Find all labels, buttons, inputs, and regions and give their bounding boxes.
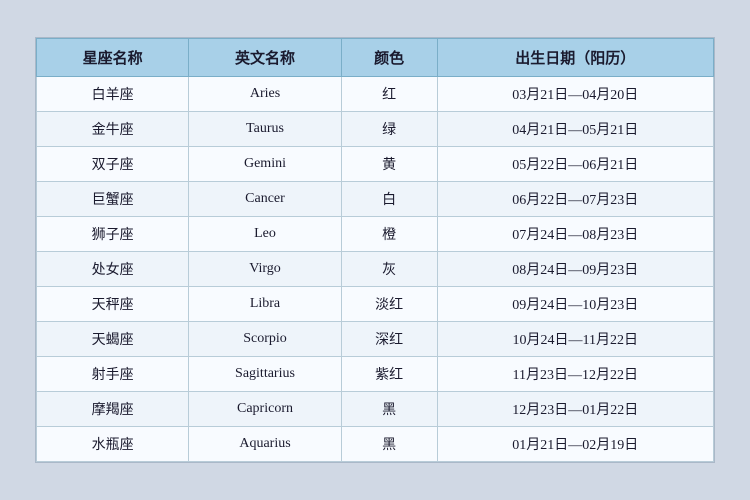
cell-color: 淡红 [341,287,437,322]
cell-chinese-name: 狮子座 [37,217,189,252]
cell-english-name: Leo [189,217,341,252]
zodiac-table: 星座名称 英文名称 颜色 出生日期（阳历） 白羊座Aries红03月21日—04… [36,38,714,462]
table-header-row: 星座名称 英文名称 颜色 出生日期（阳历） [37,39,714,77]
cell-color: 白 [341,182,437,217]
cell-chinese-name: 射手座 [37,357,189,392]
zodiac-table-container: 星座名称 英文名称 颜色 出生日期（阳历） 白羊座Aries红03月21日—04… [35,37,715,463]
cell-english-name: Virgo [189,252,341,287]
cell-english-name: Capricorn [189,392,341,427]
cell-color: 黑 [341,392,437,427]
table-body: 白羊座Aries红03月21日—04月20日金牛座Taurus绿04月21日—0… [37,77,714,462]
cell-english-name: Libra [189,287,341,322]
header-chinese-name: 星座名称 [37,39,189,77]
table-row: 天秤座Libra淡红09月24日—10月23日 [37,287,714,322]
cell-english-name: Sagittarius [189,357,341,392]
table-row: 射手座Sagittarius紫红11月23日—12月22日 [37,357,714,392]
cell-english-name: Aries [189,77,341,112]
header-dates: 出生日期（阳历） [437,39,713,77]
cell-color: 紫红 [341,357,437,392]
table-row: 双子座Gemini黄05月22日—06月21日 [37,147,714,182]
cell-color: 黑 [341,427,437,462]
cell-color: 黄 [341,147,437,182]
cell-dates: 04月21日—05月21日 [437,112,713,147]
cell-chinese-name: 双子座 [37,147,189,182]
cell-dates: 08月24日—09月23日 [437,252,713,287]
cell-english-name: Gemini [189,147,341,182]
cell-dates: 12月23日—01月22日 [437,392,713,427]
table-row: 狮子座Leo橙07月24日—08月23日 [37,217,714,252]
cell-chinese-name: 摩羯座 [37,392,189,427]
table-row: 巨蟹座Cancer白06月22日—07月23日 [37,182,714,217]
table-row: 处女座Virgo灰08月24日—09月23日 [37,252,714,287]
cell-dates: 05月22日—06月21日 [437,147,713,182]
cell-dates: 11月23日—12月22日 [437,357,713,392]
cell-chinese-name: 水瓶座 [37,427,189,462]
cell-chinese-name: 金牛座 [37,112,189,147]
table-row: 水瓶座Aquarius黑01月21日—02月19日 [37,427,714,462]
header-english-name: 英文名称 [189,39,341,77]
header-color: 颜色 [341,39,437,77]
table-row: 白羊座Aries红03月21日—04月20日 [37,77,714,112]
cell-chinese-name: 处女座 [37,252,189,287]
cell-dates: 09月24日—10月23日 [437,287,713,322]
cell-dates: 10月24日—11月22日 [437,322,713,357]
table-row: 金牛座Taurus绿04月21日—05月21日 [37,112,714,147]
cell-english-name: Aquarius [189,427,341,462]
table-row: 天蝎座Scorpio深红10月24日—11月22日 [37,322,714,357]
cell-english-name: Taurus [189,112,341,147]
cell-chinese-name: 白羊座 [37,77,189,112]
cell-color: 深红 [341,322,437,357]
cell-chinese-name: 天蝎座 [37,322,189,357]
cell-english-name: Cancer [189,182,341,217]
cell-color: 绿 [341,112,437,147]
cell-color: 红 [341,77,437,112]
cell-dates: 06月22日—07月23日 [437,182,713,217]
cell-english-name: Scorpio [189,322,341,357]
table-row: 摩羯座Capricorn黑12月23日—01月22日 [37,392,714,427]
cell-chinese-name: 巨蟹座 [37,182,189,217]
cell-chinese-name: 天秤座 [37,287,189,322]
cell-dates: 07月24日—08月23日 [437,217,713,252]
cell-dates: 01月21日—02月19日 [437,427,713,462]
cell-dates: 03月21日—04月20日 [437,77,713,112]
cell-color: 橙 [341,217,437,252]
cell-color: 灰 [341,252,437,287]
